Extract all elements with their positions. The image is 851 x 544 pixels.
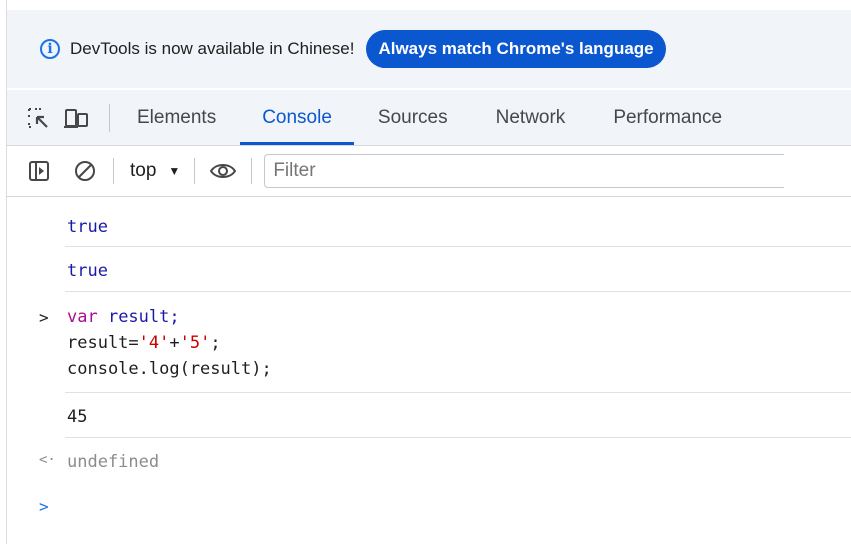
return-value: undefined bbox=[67, 452, 160, 472]
infobar-message: DevTools is now available in Chinese! bbox=[70, 39, 355, 58]
tab-performance[interactable]: Performance bbox=[613, 90, 722, 145]
toolbar-divider bbox=[251, 158, 253, 184]
code-token: result= bbox=[67, 333, 139, 353]
code-token: '5' bbox=[179, 333, 211, 353]
code-line: var result; bbox=[67, 304, 272, 330]
dropdown-arrow-icon: ▼ bbox=[168, 164, 181, 178]
console-output[interactable]: true true > var result; result='4'+'5'; co… bbox=[7, 197, 851, 544]
code-line: console.log(result); bbox=[67, 356, 272, 382]
input-prompt-icon: > bbox=[39, 308, 49, 327]
code-token: '4' bbox=[138, 333, 170, 353]
info-icon: i bbox=[40, 39, 60, 59]
filter-input[interactable] bbox=[264, 154, 785, 188]
tab-elements[interactable]: Elements bbox=[137, 90, 216, 145]
message-divider bbox=[65, 246, 851, 247]
device-toolbar-icon[interactable] bbox=[63, 104, 91, 132]
code-token: console.log(result); bbox=[67, 359, 272, 379]
live-expression-eye-icon[interactable] bbox=[209, 157, 237, 185]
context-selector[interactable]: top ▼ bbox=[130, 160, 180, 182]
input-code: var result; result='4'+'5'; console.log(re… bbox=[67, 304, 272, 382]
language-infobar: i DevTools is now available in Chinese! … bbox=[7, 10, 851, 88]
toolbar-divider bbox=[194, 158, 196, 184]
tab-sources[interactable]: Sources bbox=[378, 90, 448, 145]
message-divider bbox=[65, 291, 851, 292]
return-arrow-icon: <· bbox=[39, 452, 56, 468]
inspect-element-icon[interactable] bbox=[24, 104, 52, 132]
console-toolbar: top ▼ bbox=[7, 146, 851, 197]
output-value: true bbox=[67, 217, 108, 237]
context-label: top bbox=[130, 160, 157, 181]
code-token: ; bbox=[210, 333, 221, 353]
message-divider bbox=[65, 392, 851, 393]
tab-network[interactable]: Network bbox=[496, 90, 566, 145]
code-token: var bbox=[67, 307, 98, 327]
prompt-chevron-icon: > bbox=[39, 497, 49, 516]
code-line: result='4'+'5'; bbox=[67, 330, 272, 356]
toolbar-divider bbox=[113, 158, 114, 184]
clear-console-icon[interactable] bbox=[71, 157, 99, 185]
window-left-edge bbox=[0, 0, 7, 544]
match-language-button[interactable]: Always match Chrome's language bbox=[366, 30, 666, 68]
code-token: + bbox=[169, 333, 180, 353]
message-divider bbox=[65, 437, 851, 438]
output-value: true bbox=[67, 261, 108, 281]
tabbar-divider bbox=[109, 103, 110, 132]
code-token: result; bbox=[97, 307, 180, 327]
devtools-tabbar: Elements Console Sources Network Perform… bbox=[7, 90, 851, 146]
tab-console[interactable]: Console bbox=[240, 90, 354, 145]
sidebar-toggle-icon[interactable] bbox=[25, 157, 53, 185]
log-value: 45 bbox=[67, 407, 88, 427]
